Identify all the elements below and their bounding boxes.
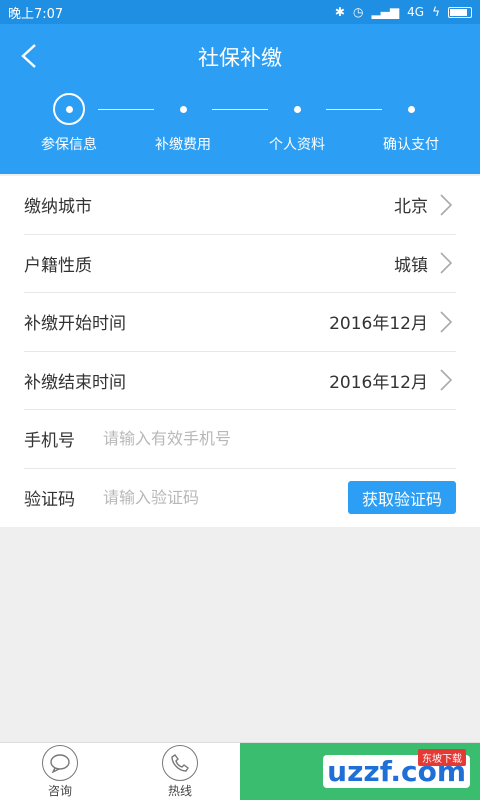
city-value: 北京 — [394, 197, 428, 218]
chevron-right-icon — [436, 367, 456, 393]
start-time-label: 补缴开始时间 — [24, 314, 126, 335]
battery-icon — [448, 6, 472, 18]
action-area[interactable]: 东坡下载 uzzf.com — [240, 743, 480, 800]
step-label: 补缴费用 — [155, 137, 211, 153]
status-time: 晚上7:07 — [8, 6, 64, 22]
step-payment: 确认支付 — [351, 94, 471, 154]
consult-label: 咨询 — [47, 783, 72, 798]
step-label: 个人资料 — [269, 137, 325, 153]
step-info: 参保信息 — [9, 93, 129, 154]
bottom-bar: 咨询 热线 东坡下载 uzzf.com — [0, 742, 480, 800]
network-type: 4G — [407, 5, 425, 19]
step-dot — [293, 105, 301, 113]
alarm-icon: ◷ — [352, 5, 364, 19]
step-label: 参保信息 — [41, 137, 97, 153]
end-time-label: 补缴结束时间 — [24, 372, 126, 393]
header: 社保补缴 参保信息 补缴费用 个人资料 确认支付 — [0, 24, 480, 174]
stepper: 参保信息 补缴费用 个人资料 确认支付 — [0, 93, 480, 164]
step-profile: 个人资料 — [237, 94, 357, 154]
consult-tab[interactable]: 咨询 — [0, 743, 120, 800]
signal-icon: ▂▄▆ — [371, 5, 400, 19]
phone-icon — [162, 744, 198, 781]
city-label: 缴纳城市 — [24, 197, 92, 218]
watermark-tag: 东坡下载 — [418, 749, 466, 766]
phone-input[interactable] — [103, 429, 456, 449]
charging-icon: ϟ — [432, 5, 440, 19]
step-dot — [65, 105, 73, 113]
chevron-right-icon — [436, 309, 456, 335]
code-input[interactable] — [103, 488, 303, 508]
start-time-row[interactable]: 补缴开始时间 2016年12月 — [24, 293, 456, 352]
end-time-row[interactable]: 补缴结束时间 2016年12月 — [24, 352, 456, 410]
code-row: 验证码 获取验证码 — [24, 469, 456, 528]
step-fees: 补缴费用 — [123, 94, 243, 154]
status-bar: 晚上7:07 ✱ ◷ ▂▄▆ 4G ϟ — [0, 0, 480, 24]
city-row[interactable]: 缴纳城市 北京 — [24, 176, 456, 235]
get-code-button[interactable]: 获取验证码 — [347, 481, 456, 515]
household-value: 城镇 — [394, 255, 428, 276]
phone-row: 手机号 — [24, 410, 456, 469]
bluetooth-icon: ✱ — [334, 5, 345, 19]
step-active-ring — [53, 93, 85, 125]
hotline-label: 热线 — [167, 783, 192, 798]
status-icons: ✱ ◷ ▂▄▆ 4G ϟ — [335, 5, 472, 19]
step-dot — [179, 105, 187, 113]
step-dot — [407, 105, 415, 113]
household-row[interactable]: 户籍性质 城镇 — [24, 235, 456, 293]
chevron-right-icon — [436, 192, 456, 218]
phone-label: 手机号 — [24, 431, 75, 452]
page-title: 社保补缴 — [198, 46, 282, 70]
start-time-value: 2016年12月 — [329, 314, 428, 335]
step-label: 确认支付 — [383, 137, 439, 153]
code-label: 验证码 — [24, 490, 75, 511]
insurance-form: 缴纳城市 北京 户籍性质 城镇 补缴开始时间 2016年12月 补缴结束时间 2… — [0, 176, 480, 527]
household-label: 户籍性质 — [24, 255, 92, 276]
end-time-value: 2016年12月 — [329, 372, 428, 393]
chat-bubble-icon — [42, 744, 78, 781]
chevron-right-icon — [436, 250, 456, 276]
hotline-tab[interactable]: 热线 — [120, 743, 240, 800]
